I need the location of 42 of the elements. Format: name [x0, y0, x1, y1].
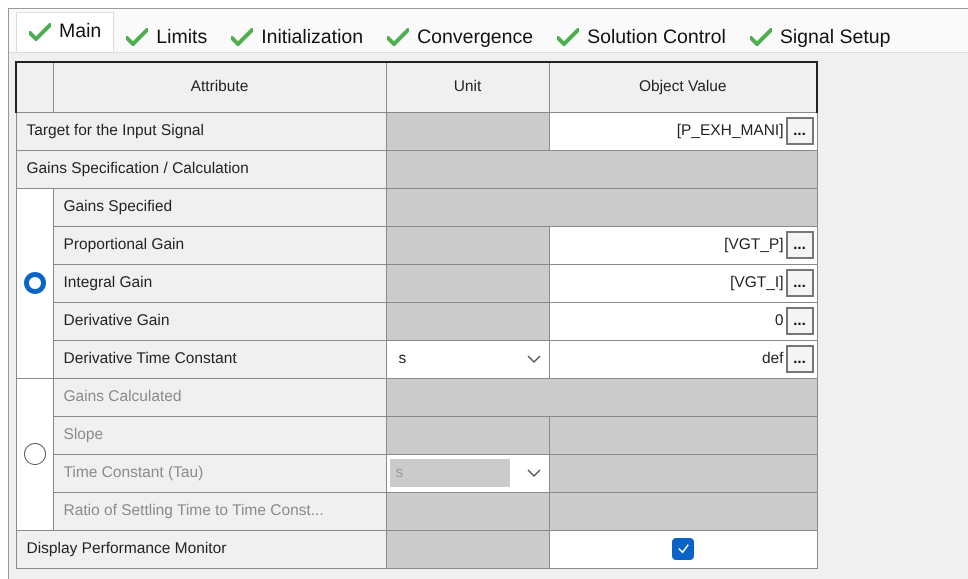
value-field[interactable]: [VGT_P] ... — [549, 226, 817, 264]
column-header: Attribute — [53, 62, 386, 112]
attribute-cell: Gains Specified — [53, 188, 386, 226]
browse-button[interactable]: ... — [786, 307, 814, 335]
browse-button[interactable]: ... — [786, 117, 814, 145]
value-field[interactable]: [VGT_I] ... — [549, 264, 817, 302]
attribute-cell: Proportional Gain — [53, 226, 386, 264]
tab[interactable]: Main — [16, 12, 114, 52]
attribute-cell: Derivative Time Constant — [53, 340, 386, 378]
attribute-cell: Gains Specification / Calculation — [16, 150, 386, 188]
column-header: Unit — [386, 62, 549, 112]
attribute-cell: Display Performance Monitor — [16, 530, 386, 568]
value-field[interactable]: 0 ... — [549, 302, 817, 340]
checkmark-icon — [29, 22, 51, 40]
caret-icon — [526, 468, 540, 478]
checkmark-icon — [750, 28, 772, 46]
value-field[interactable]: [P_EXH_MANI] ... — [549, 112, 817, 150]
radio-button[interactable] — [24, 272, 46, 294]
tab[interactable]: Limits — [114, 20, 220, 52]
tab[interactable]: Signal Setup — [738, 20, 902, 52]
attribute-cell: Gains Calculated — [53, 378, 386, 416]
radio-button[interactable] — [24, 443, 46, 465]
checkbox[interactable] — [672, 538, 694, 560]
checkmark-icon — [126, 28, 148, 46]
attribute-cell: Target for the Input Signal — [16, 112, 386, 150]
attribute-cell: Slope — [53, 416, 386, 454]
attribute-cell: Ratio of Settling Time to Time Const... — [53, 492, 386, 530]
checkmark-icon — [557, 28, 580, 46]
attribute-cell: Derivative Gain — [53, 302, 386, 340]
tab[interactable]: Convergence — [375, 20, 546, 52]
browse-button[interactable]: ... — [786, 231, 814, 259]
caret-icon — [526, 354, 540, 364]
attribute-cell: Integral Gain — [53, 264, 386, 302]
browse-button[interactable]: ... — [786, 345, 814, 373]
checkmark-icon — [231, 28, 254, 46]
column-header: Object Value — [549, 62, 817, 112]
value-field[interactable]: def ... — [549, 340, 817, 378]
checkmark-icon — [387, 28, 410, 46]
tab[interactable]: Initialization — [219, 20, 376, 52]
browse-button[interactable]: ... — [786, 269, 814, 297]
attribute-cell: Time Constant (Tau) — [53, 454, 386, 492]
tab[interactable]: Solution Control — [545, 20, 738, 52]
